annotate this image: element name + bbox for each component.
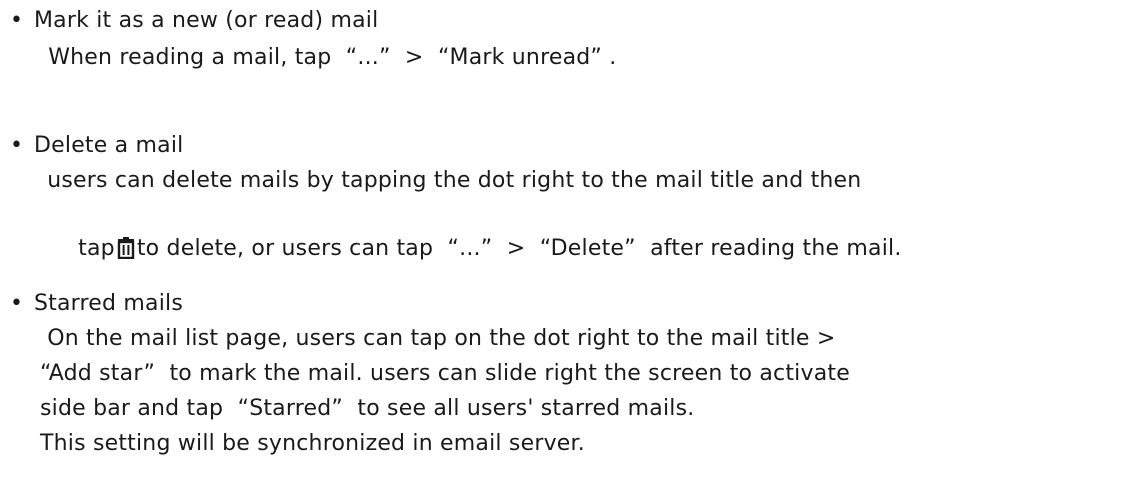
section-title: Delete a mail: [34, 133, 184, 158]
help-document: • Mark it as a new (or read) mail When r…: [0, 0, 1125, 490]
bullet: •: [10, 8, 23, 33]
trash-icon: [117, 237, 135, 259]
section-body-line: side bar and tap “Starred” to see all us…: [40, 396, 695, 421]
section-body-line: users can delete mails by tapping the do…: [40, 168, 862, 193]
section-body-line: When reading a mail, tap “...” > “Mark u…: [41, 45, 617, 70]
section-body-line: On the mail list page, users can tap on …: [40, 326, 836, 351]
section-title: Starred mails: [34, 291, 183, 316]
bullet: •: [10, 133, 23, 158]
section-body-line: “Add star” to mark the mail. users can s…: [40, 361, 850, 386]
section-body-line: tap to delete, or users can tap “...” > …: [35, 199, 902, 298]
section-title: Mark it as a new (or read) mail: [34, 8, 379, 33]
section-body-line: This setting will be synchronized in ema…: [40, 431, 585, 456]
bullet: •: [10, 291, 23, 316]
body-text-segment: tap: [78, 236, 115, 261]
body-text-segment: to delete, or users can tap “...” > “Del…: [136, 236, 902, 261]
